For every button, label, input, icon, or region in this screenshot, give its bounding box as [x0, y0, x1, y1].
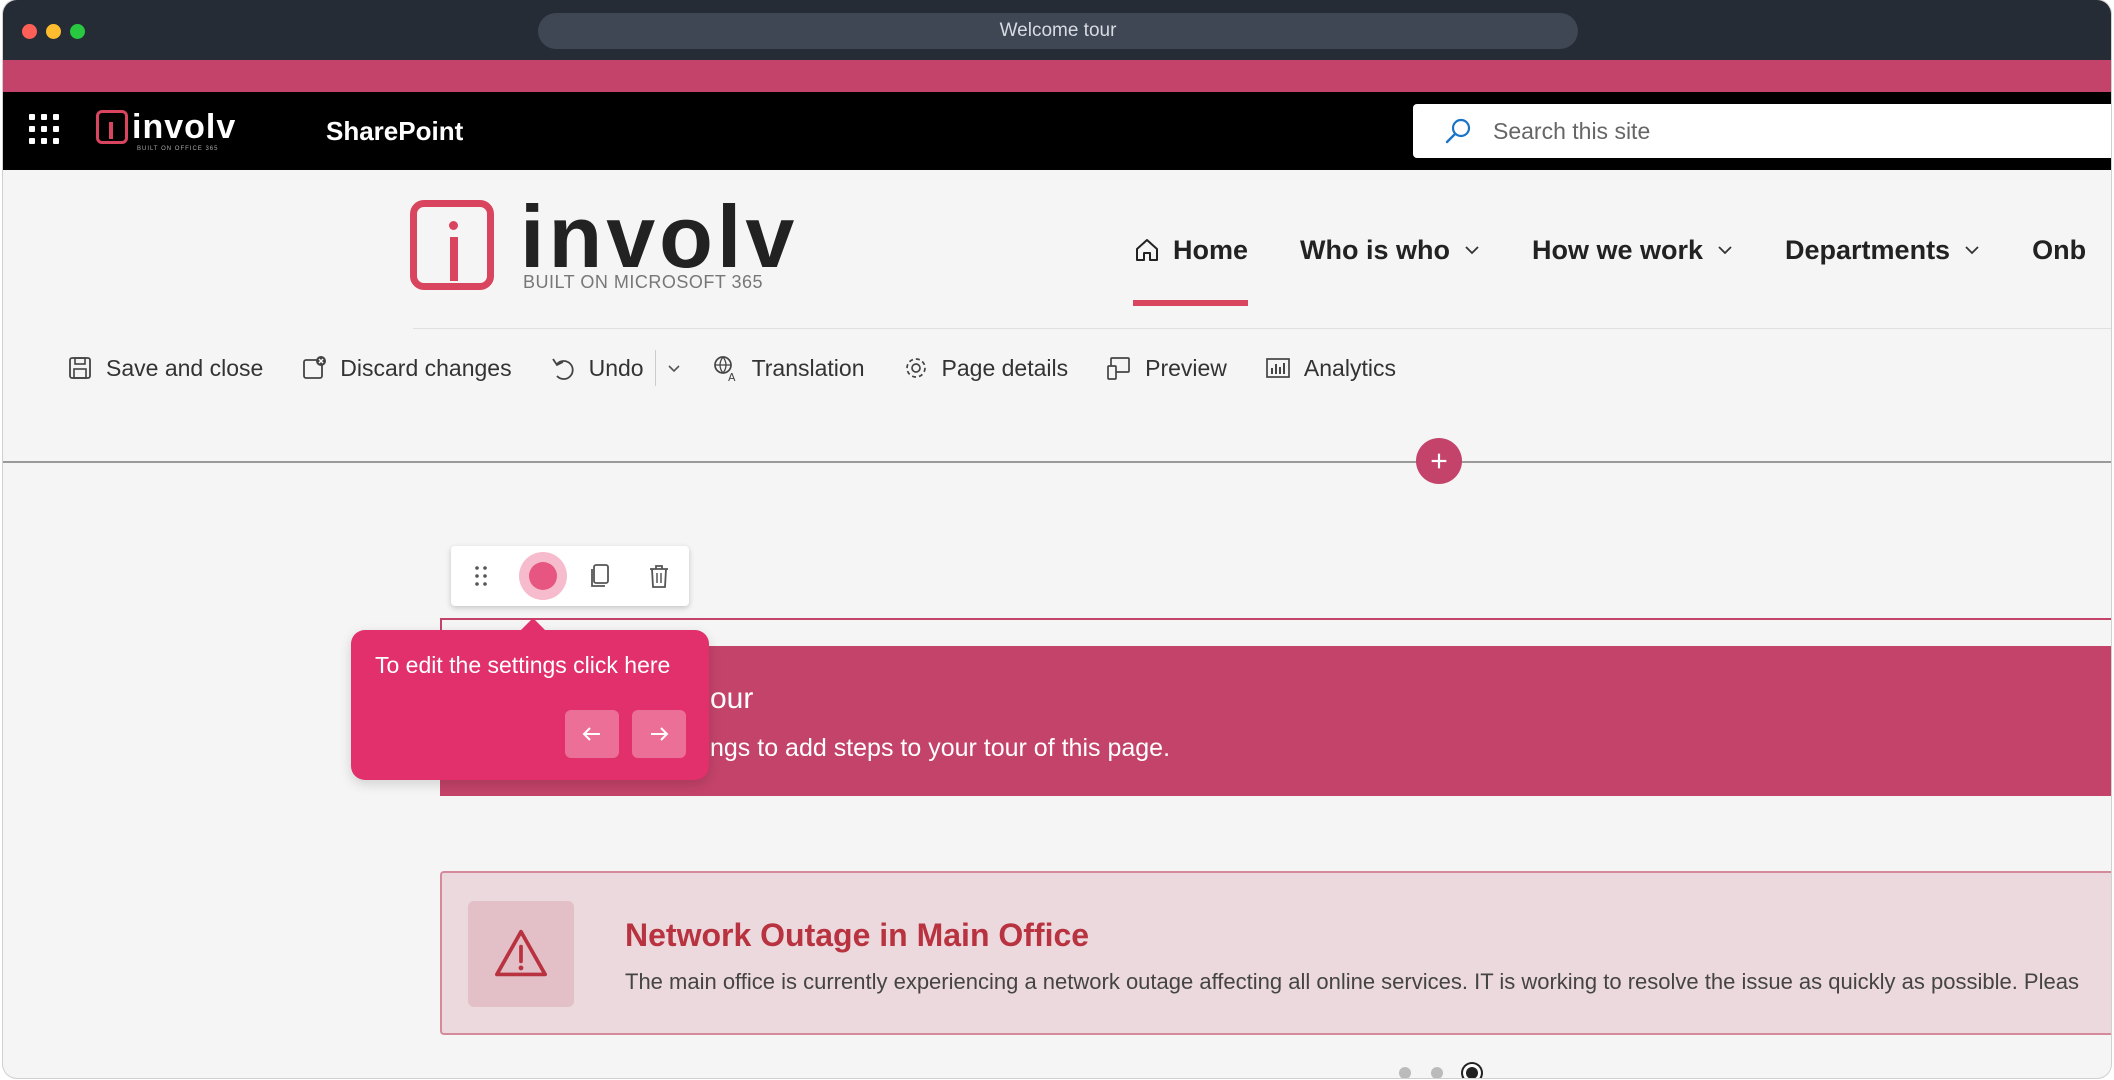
site-navigation: Home Who is who How we work Departments … — [1133, 230, 2111, 306]
tooltip-text: To edit the settings click here — [375, 652, 671, 678]
nav-how-we-work-label: How we work — [1532, 234, 1704, 265]
edit-webpart-settings-button[interactable] — [511, 546, 571, 606]
drag-handle-icon — [474, 566, 487, 586]
arrow-right-icon — [651, 727, 669, 741]
command-separator — [654, 350, 656, 386]
suite-logo[interactable]: involv BUILT ON OFFICE 365 — [96, 108, 237, 152]
save-and-close-button[interactable]: Save and close — [66, 354, 263, 382]
analytics-icon — [1266, 358, 1290, 378]
nav-onboarding-label: Onb — [2032, 234, 2087, 265]
trash-icon — [650, 565, 669, 588]
delete-webpart-button[interactable] — [630, 546, 690, 606]
nav-how-we-work[interactable]: How we work — [1532, 230, 1733, 270]
tooltip-next-button[interactable] — [632, 710, 686, 758]
suite-logo-subtext: BUILT ON OFFICE 365 — [137, 146, 219, 152]
browser-window: Welcome tour involv BUILT ON OFFICE 365 … — [3, 0, 2111, 1078]
tooltip-previous-button[interactable] — [565, 710, 619, 758]
carousel-dot-active[interactable] — [1463, 1064, 1481, 1078]
analytics-button[interactable]: Analytics — [1264, 354, 1396, 382]
carousel-dot[interactable] — [1431, 1067, 1443, 1078]
webpart-toolbar — [451, 546, 689, 606]
chevron-down-icon — [1965, 246, 1979, 255]
section-divider — [3, 461, 2111, 463]
undo-label: Undo — [588, 354, 644, 381]
save-and-close-label: Save and close — [106, 354, 264, 381]
minimize-window-button[interactable] — [46, 24, 61, 39]
nav-home-label: Home — [1173, 234, 1249, 265]
tour-description: ngs to add steps to your tour of this pa… — [710, 734, 1171, 762]
translation-button[interactable]: A Translation — [712, 354, 865, 382]
involv-logo-icon — [96, 110, 128, 144]
page-details-label: Page details — [941, 354, 1069, 381]
page-details-button[interactable]: Page details — [902, 354, 1069, 382]
alert-icon-box — [468, 901, 574, 1007]
chevron-down-icon — [1465, 246, 1479, 255]
plus-icon — [1431, 453, 1447, 469]
arrow-left-icon — [582, 727, 600, 741]
duplicate-webpart-button[interactable] — [570, 546, 630, 606]
nav-departments[interactable]: Departments — [1785, 230, 1980, 270]
nav-home[interactable]: Home — [1133, 230, 1249, 306]
app-launcher-icon[interactable] — [29, 114, 59, 144]
close-window-button[interactable] — [22, 24, 37, 39]
add-section-button[interactable] — [1416, 438, 1462, 484]
suite-bar: involv BUILT ON OFFICE 365 SharePoint — [3, 92, 2111, 170]
search-box[interactable] — [1413, 104, 2111, 158]
discard-changes-label: Discard changes — [340, 354, 512, 381]
gear-icon — [905, 358, 926, 378]
involv-logo-mark-icon — [410, 200, 494, 290]
discard-icon — [303, 356, 327, 379]
app-name[interactable]: SharePoint — [326, 116, 463, 147]
header-divider — [413, 328, 2111, 329]
alert-banner[interactable]: Network Outage in Main Office The main o… — [440, 871, 2111, 1035]
tour-title: our — [710, 682, 754, 715]
preview-icon — [1107, 357, 1130, 380]
nav-who-is-who-label: Who is who — [1300, 234, 1450, 265]
undo-dropdown-chevron-icon[interactable] — [666, 360, 682, 376]
title-bar: Welcome tour — [3, 0, 2111, 60]
search-input[interactable] — [1491, 116, 2015, 146]
translation-label: Translation — [751, 354, 865, 381]
address-bar[interactable]: Welcome tour — [538, 13, 1578, 49]
svg-text:A: A — [728, 371, 736, 382]
preview-label: Preview — [1145, 354, 1227, 381]
carousel-dots — [1399, 1064, 1501, 1078]
search-icon — [1443, 116, 1473, 146]
analytics-label: Analytics — [1303, 354, 1396, 381]
save-icon — [69, 357, 91, 379]
home-icon — [1136, 239, 1158, 261]
alert-text: The main office is currently experiencin… — [625, 969, 2079, 994]
undo-button[interactable]: Undo — [549, 354, 644, 382]
suite-logo-text: involv — [132, 108, 237, 146]
move-webpart-handle[interactable] — [451, 546, 511, 606]
alert-title: Network Outage in Main Office — [625, 917, 1090, 953]
carousel-dot[interactable] — [1399, 1067, 1411, 1078]
site-logo-subtext: BUILT ON MICROSOFT 365 — [523, 272, 764, 292]
discard-changes-button[interactable]: Discard changes — [300, 354, 512, 382]
command-bar: Save and close Discard changes Undo A Tr… — [3, 340, 2111, 396]
copy-icon — [590, 564, 609, 587]
undo-icon — [551, 358, 574, 380]
warning-icon — [495, 929, 547, 977]
brand-strip — [3, 60, 2111, 92]
nav-onboarding[interactable]: Onb — [2032, 230, 2086, 270]
chevron-down-icon — [1718, 246, 1732, 255]
nav-departments-label: Departments — [1785, 234, 1951, 265]
tour-tooltip: To edit the settings click here — [351, 618, 709, 780]
site-header: involv BUILT ON MICROSOFT 365 Home Who i… — [3, 170, 2111, 330]
maximize-window-button[interactable] — [70, 24, 85, 39]
nav-who-is-who[interactable]: Who is who — [1300, 230, 1480, 270]
translation-icon: A — [713, 356, 736, 382]
highlight-ring-icon — [518, 552, 567, 600]
preview-button[interactable]: Preview — [1105, 354, 1227, 382]
